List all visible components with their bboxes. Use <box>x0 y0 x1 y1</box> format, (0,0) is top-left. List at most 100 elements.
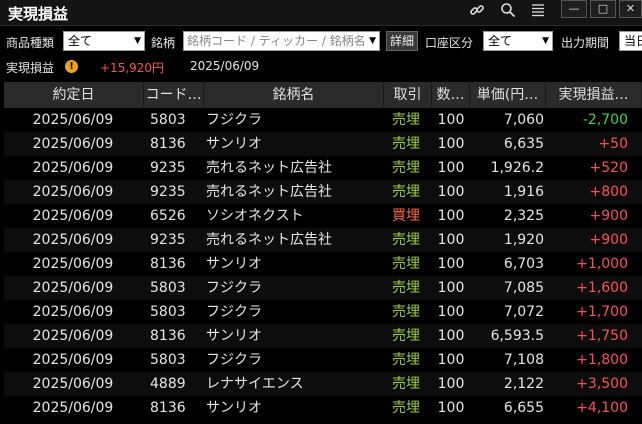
table-row[interactable]: 2025/06/09 8136 サンリオ 売埋 100 6,655 +4,100 <box>4 396 642 420</box>
cell-code: 8136 <box>150 400 186 416</box>
title-bar: 実現損益 — □ ✕ <box>0 0 642 26</box>
cell-trade-date: 2025/06/09 <box>32 352 114 368</box>
table-row[interactable]: 2025/06/09 8136 サンリオ 売埋 100 6,703 +1,000 <box>4 252 642 276</box>
cell-trade-date: 2025/06/09 <box>32 208 114 224</box>
cell-quantity: 100 <box>437 280 465 296</box>
cell-realized-pl: +1,800 <box>576 352 628 368</box>
output-period-label: 出力期間 <box>561 36 610 50</box>
table-row[interactable]: 2025/06/09 9235 売れるネット広告社 売埋 100 1,920 +900 <box>4 228 642 252</box>
cell-realized-pl: +4,100 <box>576 400 628 416</box>
cell-unit-price: 1,926.2 <box>490 160 544 176</box>
table-row[interactable]: 2025/06/09 4889 レナサイエンス 売埋 100 2,122 +3,500 <box>4 372 642 396</box>
column-header-name[interactable]: 銘柄名 <box>204 82 384 108</box>
cell-code: 8136 <box>150 136 186 152</box>
cell-unit-price: 1,916 <box>503 184 544 200</box>
warning-icon[interactable]: ! <box>65 60 78 73</box>
cell-quantity: 100 <box>437 328 465 344</box>
cell-unit-price: 6,593.5 <box>490 328 544 344</box>
cell-name: サンリオ <box>206 256 262 272</box>
cell-realized-pl: -2,700 <box>582 112 628 128</box>
cell-code: 4889 <box>150 376 186 392</box>
cell-quantity: 100 <box>437 208 465 224</box>
column-header-realized-pl[interactable]: 実現損益… <box>546 82 642 108</box>
cell-trade-type: 売埋 <box>392 256 420 272</box>
link-icon[interactable] <box>466 2 488 22</box>
cell-name: フジクラ <box>206 304 262 320</box>
output-period-value: 当日 <box>624 34 642 48</box>
cell-trade-type: 売埋 <box>392 352 420 368</box>
account-type-select[interactable]: 全て ▼ <box>483 31 553 51</box>
column-header-quantity[interactable]: 数… <box>432 82 470 108</box>
minimize-icon[interactable]: — <box>561 0 587 18</box>
cell-realized-pl: +1,000 <box>576 256 628 272</box>
product-type-value: 全て <box>68 34 93 48</box>
column-header-unit-price[interactable]: 単価(円… <box>470 82 546 108</box>
cell-trade-date: 2025/06/09 <box>32 136 114 152</box>
product-type-select[interactable]: 全て ▼ <box>63 31 145 51</box>
symbol-label: 銘柄 <box>151 36 176 50</box>
cell-name: 売れるネット広告社 <box>206 184 332 200</box>
cell-name: サンリオ <box>206 136 262 152</box>
dropdown-arrow-icon: ▼ <box>542 36 549 46</box>
menu-icon[interactable] <box>527 2 549 22</box>
summary-bar: 実現損益 ! +15,920円 2025/06/09 <box>0 56 642 78</box>
cell-unit-price: 6,635 <box>503 136 544 152</box>
cell-unit-price: 2,325 <box>503 208 544 224</box>
cell-trade-type: 売埋 <box>392 232 420 248</box>
cell-quantity: 100 <box>437 304 465 320</box>
cell-unit-price: 7,108 <box>503 352 544 368</box>
cell-quantity: 100 <box>437 376 465 392</box>
column-header-trade-type[interactable]: 取引 <box>384 82 432 108</box>
cell-realized-pl: +1,700 <box>576 304 628 320</box>
cell-trade-type: 売埋 <box>392 136 420 152</box>
maximize-icon[interactable]: □ <box>590 0 616 18</box>
cell-trade-date: 2025/06/09 <box>32 280 114 296</box>
cell-unit-price: 7,060 <box>503 112 544 128</box>
cell-code: 5803 <box>150 280 186 296</box>
cell-code: 9235 <box>150 232 186 248</box>
table-row[interactable]: 2025/06/09 5803 フジクラ 売埋 100 7,072 +1,700 <box>4 300 642 324</box>
column-header-trade-date[interactable]: 約定日 <box>4 82 144 108</box>
table-header: 約定日 コード… 銘柄名 取引 数… 単価(円… 実現損益… <box>4 82 642 108</box>
cell-trade-type: 売埋 <box>392 304 420 320</box>
search-icon[interactable] <box>497 2 519 22</box>
dropdown-arrow-icon: ▼ <box>369 36 376 46</box>
symbol-search-placeholder: 銘柄コード / ティッカー / 銘柄名 <box>187 34 366 48</box>
table-row[interactable]: 2025/06/09 8136 サンリオ 売埋 100 6,635 +50 <box>4 132 642 156</box>
output-period-select[interactable]: 当日 <box>619 31 642 51</box>
table-row[interactable]: 2025/06/09 9235 売れるネット広告社 売埋 100 1,916 +800 <box>4 180 642 204</box>
table-row[interactable]: 2025/06/09 9235 売れるネット広告社 売埋 100 1,926.2 +520 <box>4 156 642 180</box>
cell-unit-price: 6,655 <box>503 400 544 416</box>
cell-realized-pl: +1,600 <box>576 280 628 296</box>
cell-trade-type: 売埋 <box>392 160 420 176</box>
cell-code: 5803 <box>150 304 186 320</box>
realized-pl-total: +15,920円 <box>100 61 165 75</box>
cell-unit-price: 6,703 <box>503 256 544 272</box>
cell-trade-date: 2025/06/09 <box>32 400 114 416</box>
detail-button[interactable]: 詳細 <box>386 31 418 51</box>
table-row[interactable]: 2025/06/09 8136 サンリオ 売埋 100 6,593.5 +1,750 <box>4 324 642 348</box>
table-row[interactable]: 2025/06/09 5803 フジクラ 売埋 100 7,085 +1,600 <box>4 276 642 300</box>
cell-trade-type: 売埋 <box>392 112 420 128</box>
filter-bar: 商品種類 全て ▼ 銘柄 銘柄コード / ティッカー / 銘柄名 ▼ 詳細 口座… <box>0 27 642 55</box>
product-type-label: 商品種類 <box>6 36 55 50</box>
cell-name: フジクラ <box>206 352 262 368</box>
column-header-code[interactable]: コード… <box>144 82 204 108</box>
table-row[interactable]: 2025/06/09 5803 フジクラ 売埋 100 7,060 -2,700 <box>4 108 642 132</box>
symbol-search-input[interactable]: 銘柄コード / ティッカー / 銘柄名 ▼ <box>183 31 380 51</box>
cell-name: フジクラ <box>206 280 262 296</box>
realized-pl-label: 実現損益 <box>6 61 55 75</box>
cell-quantity: 100 <box>437 352 465 368</box>
cell-code: 5803 <box>150 112 186 128</box>
cell-trade-date: 2025/06/09 <box>32 112 114 128</box>
close-icon[interactable]: ✕ <box>619 0 642 18</box>
cell-unit-price: 2,122 <box>503 376 544 392</box>
table-row[interactable]: 2025/06/09 5803 フジクラ 売埋 100 7,108 +1,800 <box>4 348 642 372</box>
cell-trade-type: 買埋 <box>392 208 420 224</box>
cell-trade-type: 売埋 <box>392 280 420 296</box>
cell-trade-type: 売埋 <box>392 328 420 344</box>
cell-name: フジクラ <box>206 112 262 128</box>
cell-realized-pl: +50 <box>598 136 628 152</box>
table-row[interactable]: 2025/06/09 6526 ソシオネクスト 買埋 100 2,325 +900 <box>4 204 642 228</box>
cell-trade-date: 2025/06/09 <box>32 256 114 272</box>
